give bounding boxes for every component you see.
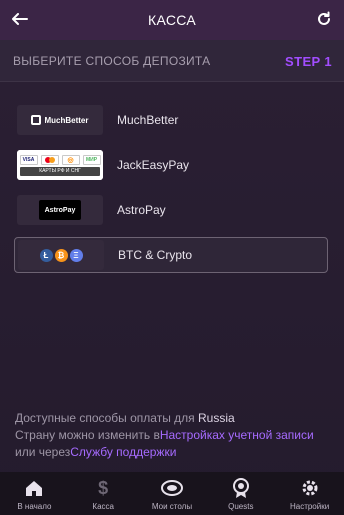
page-title: КАССА [148,12,196,28]
mir-card-icon: МИР [82,154,101,165]
nav-label: Настройки [289,502,330,511]
method-name: JackEasyPay [117,158,190,172]
method-astropay[interactable]: AstroPay AstroPay [14,192,328,228]
step-bar: ВЫБЕРИТЕ СПОСОБ ДЕПОЗИТА STEP 1 [0,40,344,82]
account-settings-link[interactable]: Настройках учетной записи [160,428,314,442]
nav-label: Касса [92,502,114,511]
crypto-logo: Ł ₿ Ξ [18,240,104,270]
home-icon [23,477,45,499]
nav-my-tables[interactable]: Мои столы [138,472,207,515]
astropay-logo-text: AstroPay [39,200,81,220]
nav-quests[interactable]: Quests [206,472,275,515]
available-methods-info: Доступные способы оплаты для Russia Стра… [15,410,335,461]
dollar-icon: $ [98,477,109,498]
refresh-icon [318,11,330,25]
ethereum-icon: Ξ [69,248,83,262]
step-number: STEP 1 [285,54,332,69]
bottom-nav: В начало $ Касса Мои столы Quests Настро… [0,472,344,515]
cashier-screen: КАССА ВЫБЕРИТЕ СПОСОБ ДЕПОЗИТА STEP 1 Mu… [0,0,344,515]
method-name: MuchBetter [117,113,179,127]
method-btc-crypto[interactable]: Ł ₿ Ξ BTC & Crypto [14,237,328,273]
method-name: AstroPay [117,203,166,217]
nav-label: В начало [17,502,52,511]
method-jackeasypay[interactable]: VISA ◎ МИР КАРТЫ РФ И СНГ JackEasyPay [14,147,328,183]
country-name: Russia [198,411,235,425]
jackeasypay-caption: КАРТЫ РФ И СНГ [20,166,100,176]
info-text: Доступные способы оплаты для [15,411,199,425]
qiwi-icon: ◎ [61,154,80,165]
muchbetter-logo: MuchBetter [17,105,103,135]
method-muchbetter[interactable]: MuchBetter MuchBetter [14,102,328,138]
header: КАССА [0,0,344,40]
info-text: Страну можно изменить в [15,428,160,442]
method-name: BTC & Crypto [118,248,193,262]
visa-card-icon: VISA [19,154,38,165]
astropay-logo: AstroPay [17,195,103,225]
medal-icon [230,477,252,499]
nav-settings[interactable]: Настройки [275,472,344,515]
mastercard-icon [40,154,59,165]
info-text: или через [15,445,71,459]
muchbetter-mark-icon [31,115,42,125]
support-link[interactable]: Службу поддержки [70,445,176,459]
tables-icon [160,477,183,499]
nav-label: Quests [228,502,254,511]
refresh-button[interactable] [312,7,336,31]
muchbetter-logo-text: MuchBetter [44,115,89,125]
litecoin-icon: Ł [39,248,53,262]
step-title: ВЫБЕРИТЕ СПОСОБ ДЕПОЗИТА [13,54,211,68]
nav-home[interactable]: В начало [0,472,69,515]
gear-icon [299,477,321,499]
nav-cashier[interactable]: $ Касса [69,472,138,515]
jackeasypay-logo: VISA ◎ МИР КАРТЫ РФ И СНГ [17,150,103,180]
bitcoin-icon: ₿ [54,248,68,262]
nav-label: Мои столы [151,502,193,511]
